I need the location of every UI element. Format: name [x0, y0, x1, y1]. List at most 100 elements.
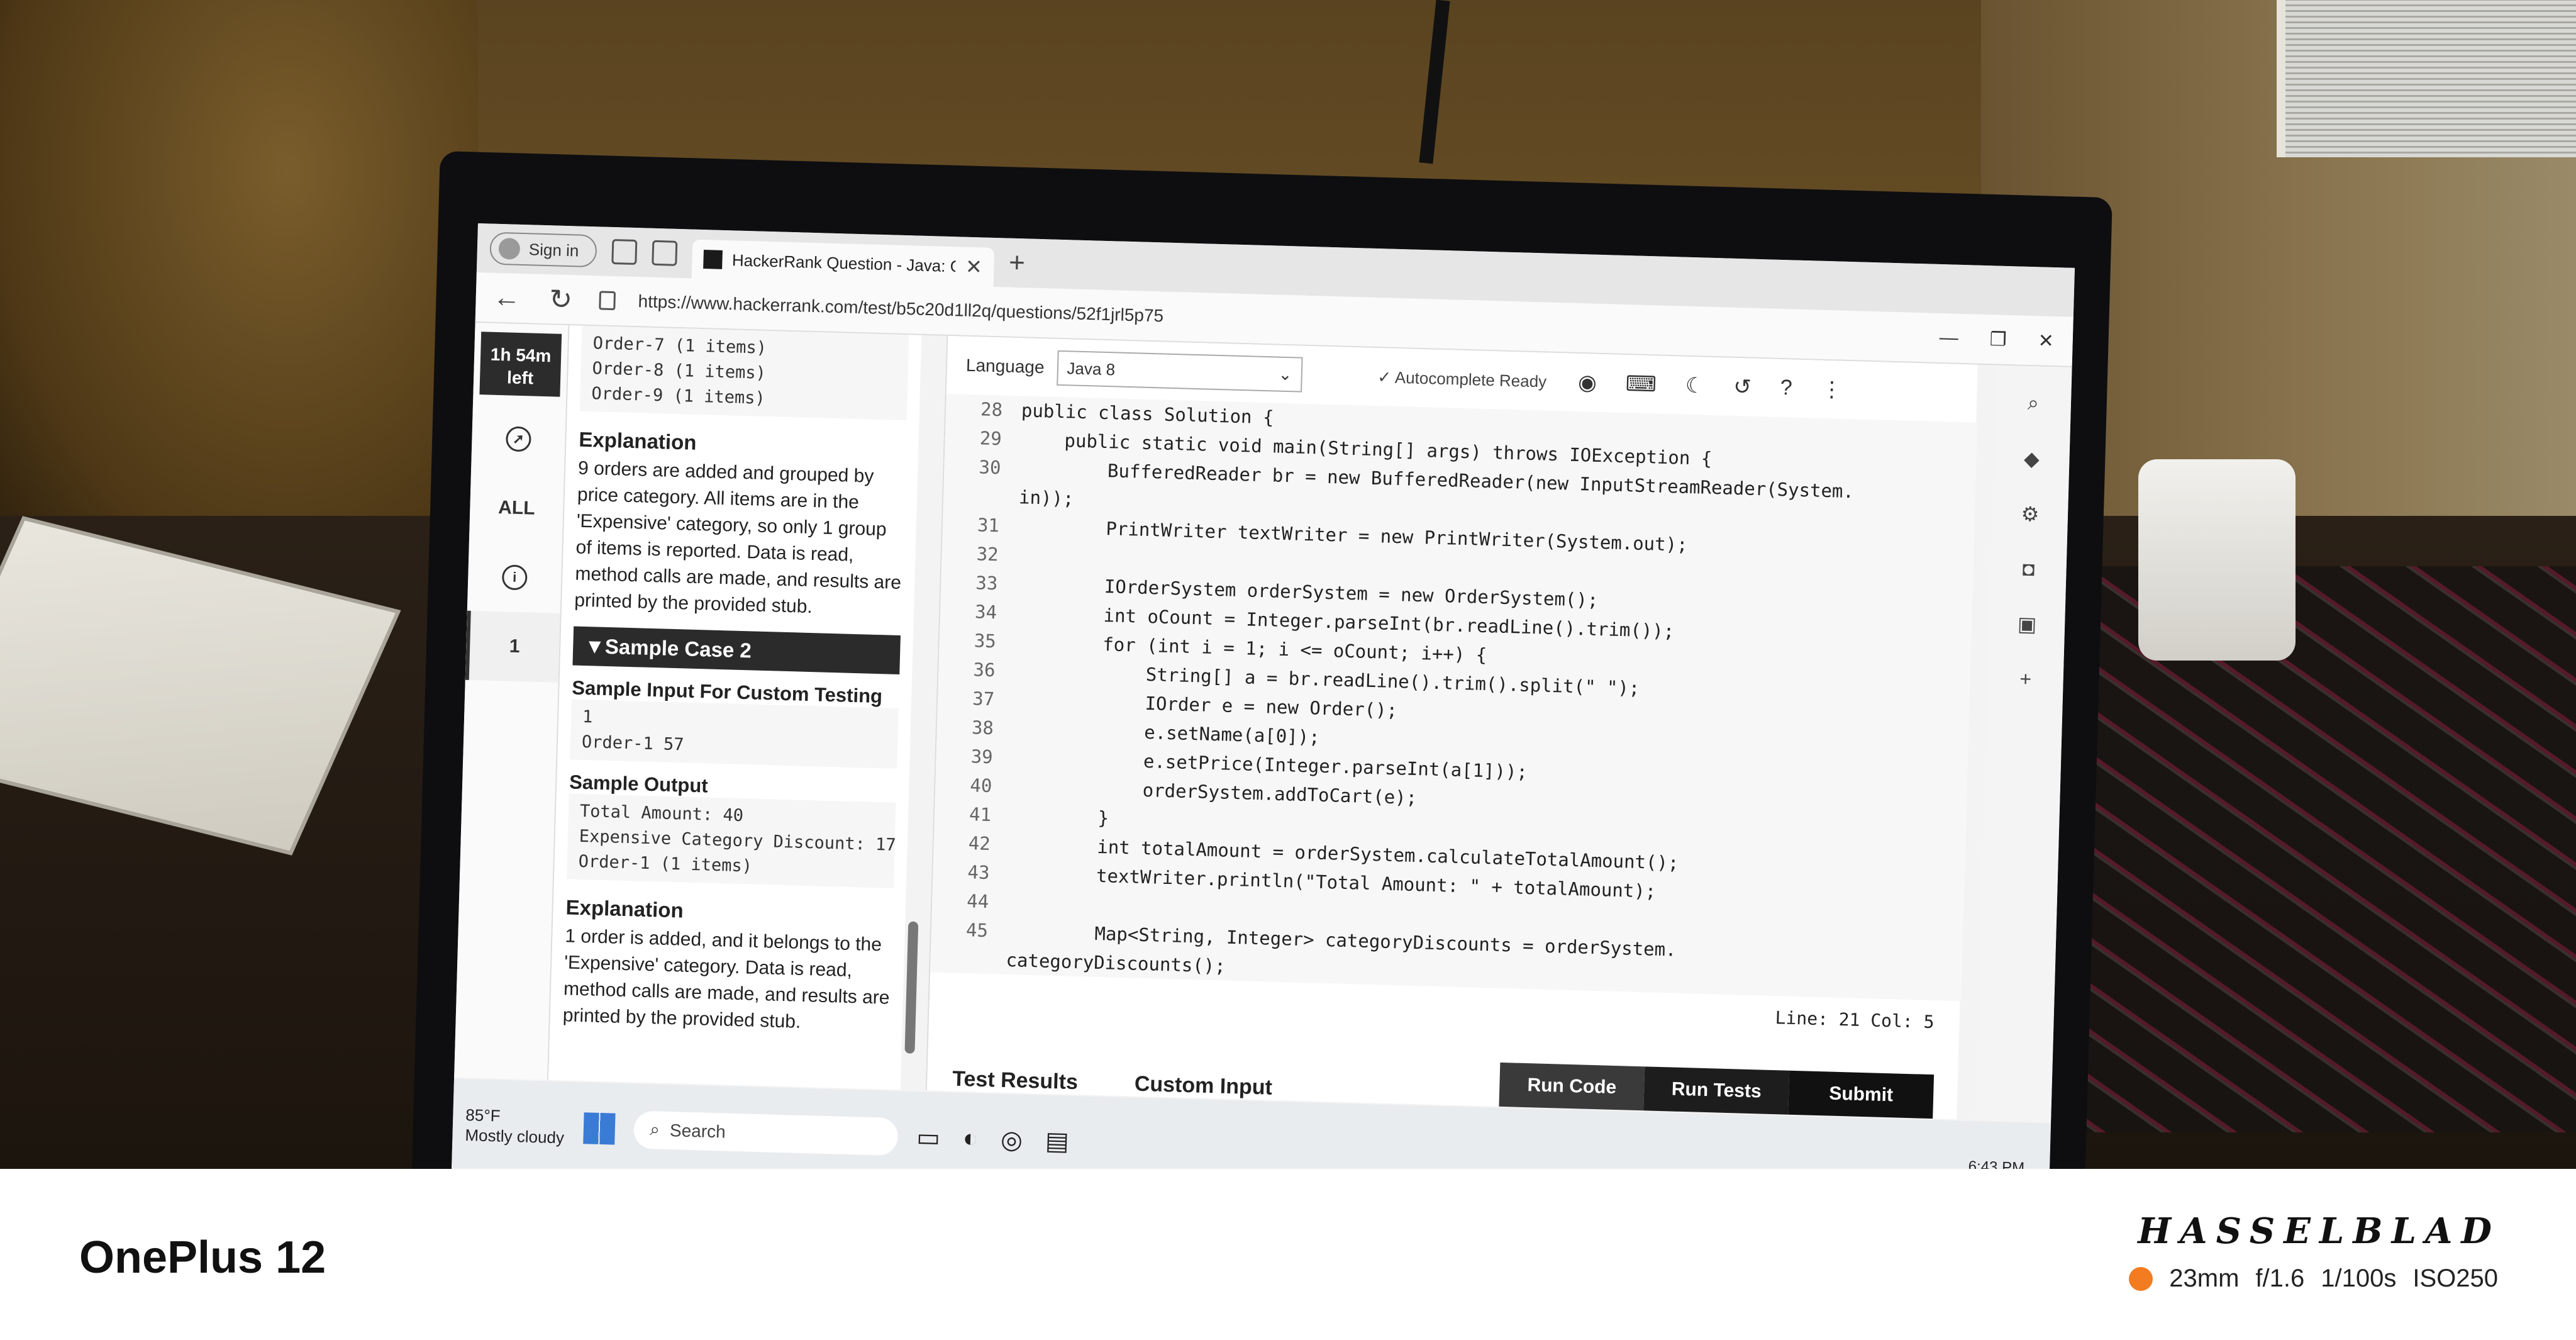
info-icon: i — [501, 564, 528, 591]
temperature: 85°F — [465, 1105, 501, 1125]
tag-icon[interactable]: ◆ — [2024, 447, 2040, 471]
code-text: } — [1009, 804, 1109, 829]
photo: Sign in HackerRank Question - Java: Orc … — [0, 0, 2576, 1169]
hackerrank-favicon-icon — [702, 250, 723, 269]
tab-title: HackerRank Question - Java: Orc — [731, 250, 956, 276]
chevron-down-icon: ⌄ — [1278, 364, 1292, 384]
restore-icon[interactable]: ❐ — [1989, 328, 2007, 351]
chrome-icon[interactable]: ◎ — [1000, 1125, 1023, 1154]
back-icon[interactable]: ← — [491, 282, 523, 314]
office-icon[interactable]: ▣ — [2018, 612, 2037, 637]
sample-input: 1 Order-1 57 — [570, 699, 899, 769]
line-number: 36 — [973, 659, 996, 681]
line-number: 32 — [976, 543, 999, 566]
taskbar-search[interactable]: ⌕ Search — [633, 1110, 899, 1156]
line-number: 46 — [963, 977, 987, 1000]
custom-input-tab[interactable]: Custom Input — [1134, 1072, 1272, 1100]
line-number: 38 — [971, 717, 994, 739]
search-label: Search — [669, 1120, 726, 1142]
problem-panel: Order-7 (1 items) Order-8 (1 items) Orde… — [548, 325, 922, 1090]
time-left-badge: 1h 54m left — [479, 332, 562, 397]
autocomplete-label: Autocomplete Ready — [1394, 367, 1547, 391]
taskbar-clock: 6:43 PM — [1968, 1158, 2025, 1169]
gear-icon[interactable]: ⚙ — [2021, 502, 2040, 527]
taskbar-apps: ▭ ◐ ◎ ▤ — [916, 1123, 1070, 1156]
weather-text: Mostly cloudy — [465, 1125, 565, 1147]
new-tab-icon[interactable]: + — [1008, 247, 1025, 279]
timer-value: 1h 54m — [490, 344, 552, 366]
sample-case-toggle[interactable]: ▼Sample Case 2 — [572, 626, 901, 674]
file-explorer-icon[interactable]: ▭ — [916, 1123, 941, 1153]
orders-output: Order-7 (1 items) Order-8 (1 items) Orde… — [579, 325, 909, 421]
windows-start-icon[interactable] — [582, 1112, 616, 1145]
refresh-icon[interactable]: ↻ — [545, 283, 577, 316]
edge-icon[interactable]: ◐ — [962, 1124, 978, 1154]
test-results-tab[interactable]: Test Results — [952, 1067, 1079, 1095]
more-icon[interactable]: ⋮ — [1821, 377, 1843, 403]
help-icon[interactable]: ? — [1780, 376, 1792, 401]
line-number: 29 — [979, 427, 1002, 450]
all-label: ALL — [497, 497, 535, 519]
autocomplete-status: ✓ Autocomplete Ready — [1377, 367, 1547, 391]
close-window-icon[interactable]: ✕ — [2038, 330, 2054, 352]
wall-left — [0, 0, 478, 566]
compass-item[interactable]: ➚ — [471, 403, 566, 475]
outlook-icon[interactable]: ◘ — [2022, 557, 2035, 581]
run-code-button[interactable]: Run Code — [1499, 1062, 1645, 1111]
eye-icon[interactable]: ◉ — [1578, 370, 1597, 396]
lock-icon[interactable] — [599, 291, 616, 311]
focal-length: 23mm — [2169, 1265, 2240, 1292]
all-questions-item[interactable]: ALL — [469, 472, 564, 544]
line-number: 43 — [967, 861, 990, 884]
url-field[interactable]: https://www.hackerrank.com/test/b5c20d1l… — [638, 291, 1163, 326]
sample-output: Total Amount: 40 Expensive Category Disc… — [566, 793, 896, 888]
run-tests-button[interactable]: Run Tests — [1643, 1066, 1790, 1115]
tab-actions-icon[interactable] — [651, 240, 677, 266]
line-number: 34 — [974, 601, 997, 623]
timer-suffix: left — [506, 367, 534, 388]
sign-in-label: Sign in — [528, 239, 579, 260]
scroll-thumb[interactable] — [904, 921, 919, 1054]
line-number — [943, 481, 1019, 511]
moon-icon[interactable]: ☾ — [1685, 373, 1705, 399]
iso: ISO250 — [2412, 1265, 2498, 1292]
line-number: 33 — [975, 572, 998, 595]
aperture: f/1.6 — [2255, 1265, 2305, 1292]
line-number: 28 — [980, 398, 1003, 421]
question-item[interactable]: 1 — [465, 610, 560, 683]
line-number: 31 — [977, 514, 1000, 537]
code-text: in)); — [1018, 486, 1074, 510]
search-icon[interactable]: ⌕ — [2027, 391, 2040, 415]
explanation-text-2: 1 order is added, and it belongs to the … — [562, 925, 890, 1032]
close-icon[interactable]: ✕ — [965, 255, 983, 279]
add-icon[interactable]: + — [2019, 667, 2032, 691]
shutter-speed: 1/100s — [2321, 1265, 2397, 1292]
info-item[interactable]: i — [467, 542, 562, 613]
weather-widget[interactable]: 85°F Mostly cloudy — [465, 1105, 565, 1147]
window-controls: — ❐ ✕ — [1939, 327, 2073, 352]
minimize-icon[interactable]: — — [1939, 327, 1958, 349]
hasselblad-logo: HASSELBLAD — [2138, 1210, 2501, 1252]
explanation-text: 9 orders are added and grouped by price … — [574, 457, 902, 618]
keyboard-icon[interactable]: ⌨ — [1625, 371, 1657, 397]
onenote-icon[interactable]: ▤ — [1045, 1126, 1069, 1156]
laptop-screen: Sign in HackerRank Question - Java: Orc … — [451, 223, 2075, 1169]
sign-in-button[interactable]: Sign in — [489, 232, 597, 268]
camera-watermark: OnePlus 12 HASSELBLAD 23mm f/1.6 1/100s … — [0, 1169, 2576, 1340]
language-select[interactable]: Java 8 ⌄ — [1056, 350, 1303, 393]
workspaces-icon[interactable] — [611, 238, 637, 265]
code-area[interactable]: 28 public class Solution {29 public stati… — [930, 393, 1978, 1002]
history-icon[interactable]: ↺ — [1733, 374, 1752, 400]
search-icon: ⌕ — [649, 1119, 660, 1139]
submit-button[interactable]: Submit — [1788, 1070, 1935, 1119]
device-name: OnePlus 12 — [79, 1232, 326, 1283]
charger — [2138, 459, 2296, 661]
code-editor: Language Java 8 ⌄ ✓ Autocomplete Ready ◉… — [925, 335, 1978, 1120]
line-number: 45 — [965, 919, 989, 942]
language-value: Java 8 — [1067, 358, 1116, 379]
hanging-cable — [1419, 0, 1450, 164]
editor-icons: ◉ ⌨ ☾ ↺ ? ⋮ — [1578, 370, 1843, 403]
orange-dot-icon — [2129, 1266, 2153, 1291]
window-blinds — [2277, 0, 2576, 157]
line-number — [930, 944, 1006, 974]
